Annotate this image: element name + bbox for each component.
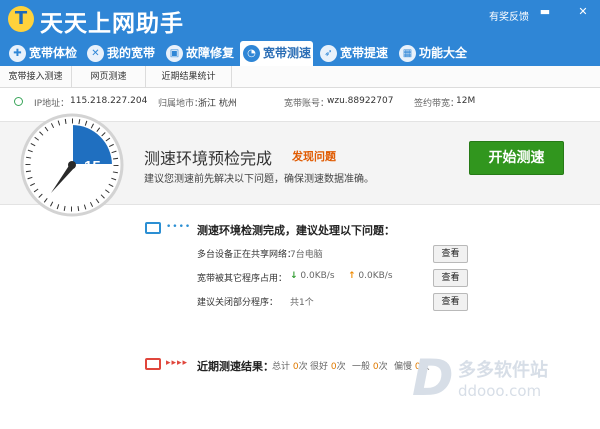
- feedback-link[interactable]: 有奖反馈: [489, 8, 529, 23]
- tab-label: 功能大全: [419, 46, 468, 60]
- watermark-logo-icon: D: [412, 349, 454, 407]
- tab-fault-repair[interactable]: ▣ 故障修复: [163, 41, 234, 66]
- start-test-button[interactable]: 开始测速: [469, 141, 564, 175]
- monitor-icon: [145, 358, 161, 370]
- bandwidth-used-label: 宽带被其它程序占用：: [197, 274, 288, 284]
- tab-label: 故障修复: [186, 46, 235, 60]
- dots-decoration: ▸▸▸▸: [166, 358, 189, 368]
- tab-label: 宽带体检: [29, 46, 78, 60]
- upload-rate: ↑ 0.0KB/s: [348, 271, 393, 281]
- stat-unit: 次: [298, 362, 308, 372]
- bandwidth-label: 签约带宽：: [414, 99, 460, 109]
- view-programs-button[interactable]: 查看: [433, 293, 468, 311]
- watermark-title: 多多软件站: [458, 360, 548, 381]
- account-info-bar: IP地址： 115.218.227.204 归属地市： 浙江 杭州 宽带账号： …: [0, 92, 600, 112]
- region-value: 浙江 杭州: [198, 99, 237, 109]
- stat-unit: 次: [378, 362, 388, 372]
- download-rate: ↓ 0.0KB/s: [290, 271, 335, 281]
- view-shared-devices-button[interactable]: 查看: [433, 245, 468, 263]
- tab-speed-test[interactable]: ◔ 宽带测速: [240, 41, 313, 66]
- shared-devices-label: 多台设备正在共享网络：: [197, 250, 297, 260]
- app-logo-icon: T: [8, 6, 34, 32]
- download-value: 0.0KB/s: [300, 271, 335, 281]
- sub-tabs: 宽带接入测速 网页测速 近期结果统计: [0, 66, 600, 88]
- ip-label: IP地址：: [34, 99, 70, 109]
- precheck-title: 测速环境预检完成: [144, 149, 273, 168]
- subtab-web-speed[interactable]: 网页测速: [72, 66, 146, 88]
- precheck-subtitle: 建议您测速前先解决以下问题，确保测速数据准确。: [144, 174, 374, 185]
- subtab-recent-stats[interactable]: 近期结果统计: [146, 66, 232, 88]
- stat-label: 一般: [352, 362, 371, 372]
- tab-all-features[interactable]: ▦ 功能大全: [396, 41, 467, 66]
- grid-icon: ▦: [399, 45, 416, 62]
- close-programs-label: 建议关闭部分程序：: [197, 298, 279, 308]
- dots-decoration: ••••: [166, 222, 192, 232]
- main-nav: ✚ 宽带体检 ✕ 我的宽带 ▣ 故障修复 ◔ 宽带测速 ➶ 宽带提速 ▦ 功能大…: [0, 38, 600, 66]
- arrow-down-icon: ↓: [290, 271, 298, 281]
- shield-icon: ✚: [9, 45, 26, 62]
- region-label: 归属地市：: [158, 99, 204, 109]
- speedometer-icon: ◔: [243, 45, 260, 62]
- dial-value: 15: [84, 158, 101, 175]
- account-label: 宽带账号：: [284, 99, 330, 109]
- stat-label: 很好: [310, 362, 329, 372]
- shared-devices-value: 7台电脑: [290, 250, 323, 260]
- ip-value: 115.218.227.204: [70, 96, 148, 106]
- watermark-url: ddooo.com: [458, 382, 542, 400]
- monitor-icon: [145, 222, 161, 234]
- account-value: wzu.88922707: [327, 96, 394, 106]
- toolbox-icon: ▣: [166, 45, 183, 62]
- globe-icon: ✕: [87, 45, 104, 62]
- arrow-up-icon: ↑: [348, 271, 356, 281]
- check-section-title: 测速环境检测完成，建议处理以下问题：: [197, 224, 395, 237]
- user-icon: [14, 97, 23, 106]
- speed-dial: 15: [20, 113, 124, 217]
- tab-broadband-check[interactable]: ✚ 宽带体检: [6, 41, 77, 66]
- app-title: 天天上网助手: [40, 11, 184, 37]
- close-programs-value: 共1个: [290, 298, 314, 308]
- tab-label: 宽带提速: [340, 46, 389, 60]
- upload-value: 0.0KB/s: [358, 271, 393, 281]
- close-button[interactable]: ✕: [575, 5, 591, 19]
- watermark: D 多多软件站 ddooo.com: [412, 350, 582, 410]
- bandwidth-value: 12M: [456, 96, 476, 106]
- tab-label: 宽带测速: [263, 46, 312, 60]
- view-bandwidth-button[interactable]: 查看: [433, 269, 468, 287]
- tab-speed-boost[interactable]: ➶ 宽带提速: [317, 41, 388, 66]
- stat-label: 总计: [272, 362, 291, 372]
- tab-my-broadband[interactable]: ✕ 我的宽带: [84, 41, 155, 66]
- minimize-button[interactable]: ▬: [537, 5, 553, 19]
- stat-total: 总计 0次: [272, 359, 308, 372]
- stat-unit: 次: [336, 362, 346, 372]
- subtab-access-speed[interactable]: 宽带接入测速: [0, 66, 72, 88]
- stat-good: 很好 0次: [310, 359, 346, 372]
- recent-results-title: 近期测速结果：: [197, 360, 274, 373]
- stat-label: 偏慢: [394, 362, 413, 372]
- stat-fair: 一般 0次: [352, 359, 388, 372]
- issues-found-link[interactable]: 发现问题: [292, 148, 336, 164]
- tab-label: 我的宽带: [107, 46, 156, 60]
- rocket-icon: ➶: [320, 45, 337, 62]
